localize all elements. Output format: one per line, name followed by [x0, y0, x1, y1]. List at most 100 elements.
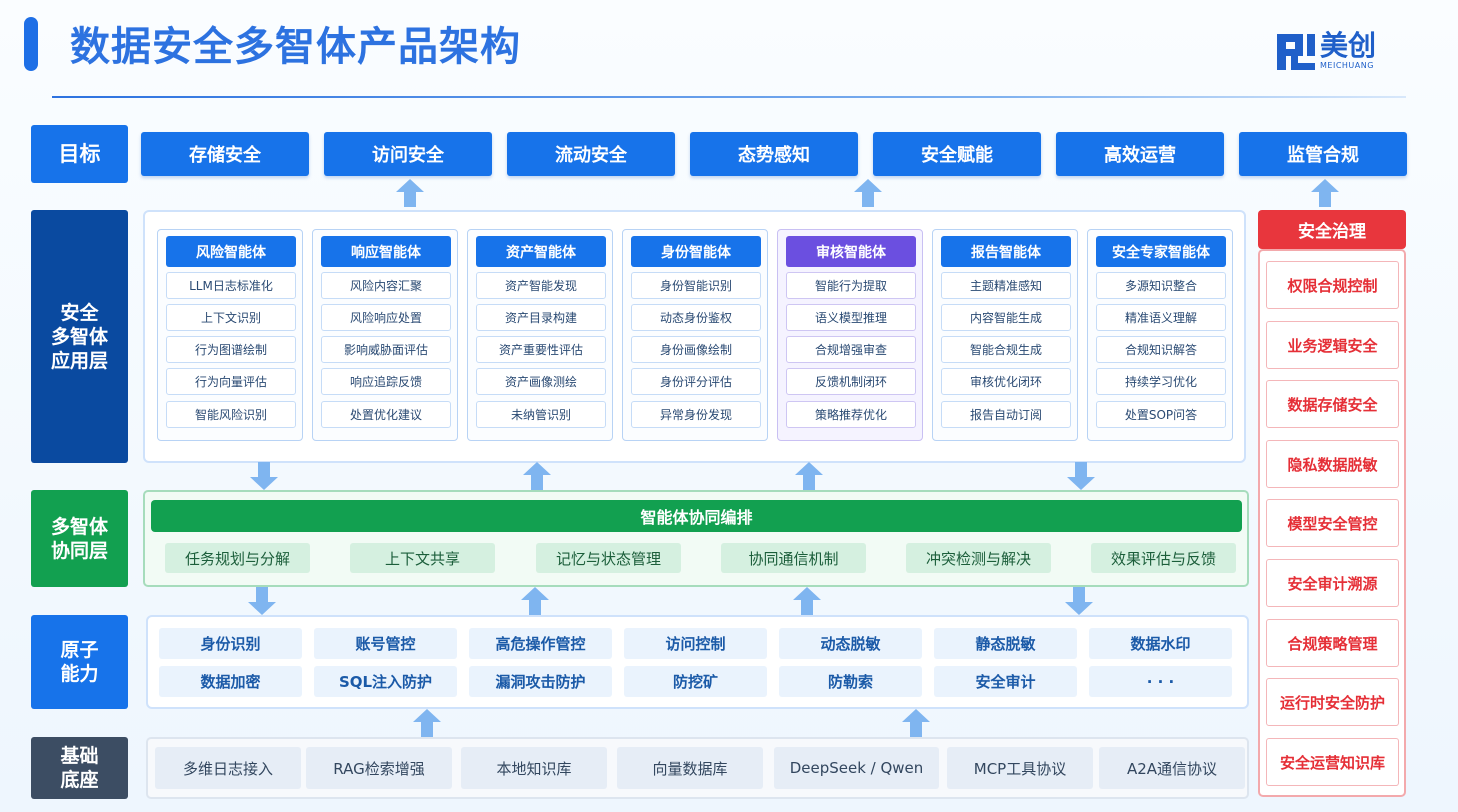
- governance-item: 安全运营知识库: [1266, 738, 1399, 786]
- agent-item: 主题精准感知: [941, 272, 1071, 299]
- agent-item: 审核优化闭环: [941, 368, 1071, 395]
- governance-item: 隐私数据脱敏: [1266, 440, 1399, 488]
- agent-item: 处置优化建议: [321, 401, 451, 428]
- agent-item: 持续学习优化: [1096, 368, 1226, 395]
- goal-item: 存储安全: [141, 132, 309, 176]
- goal-item: 高效运营: [1056, 132, 1224, 176]
- up-arrow-icon: [521, 587, 549, 615]
- governance-item: 安全审计溯源: [1266, 559, 1399, 607]
- atomic-item: 防挖矿: [624, 666, 767, 697]
- governance-title: 安全治理: [1258, 210, 1406, 249]
- goal-item: 访问安全: [324, 132, 492, 176]
- agent-item: 语义模型推理: [786, 304, 916, 331]
- atomic-item: 漏洞攻击防护: [469, 666, 612, 697]
- base-item: MCP工具协议: [947, 747, 1093, 789]
- governance-item: 数据存储安全: [1266, 380, 1399, 428]
- agent-title: 响应智能体: [321, 236, 451, 267]
- page-title: 数据安全多智体产品架构: [70, 24, 521, 70]
- governance-item: 运行时安全防护: [1266, 678, 1399, 726]
- agent-item: 上下文识别: [166, 304, 296, 331]
- base-item: A2A通信协议: [1099, 747, 1245, 789]
- agent-item: 未纳管识别: [476, 401, 606, 428]
- agent-item: 行为图谱绘制: [166, 336, 296, 363]
- base-item: 本地知识库: [461, 747, 607, 789]
- base-item: DeepSeek / Qwen: [774, 747, 939, 789]
- agent-title: 身份智能体: [631, 236, 761, 267]
- atomic-item: 账号管控: [314, 628, 457, 659]
- governance-item: 权限合规控制: [1266, 261, 1399, 309]
- agent-item: 处置SOP问答: [1096, 401, 1226, 428]
- up-arrow-icon: [396, 179, 424, 207]
- agent-item: 资产画像测绘: [476, 368, 606, 395]
- agent-item: 报告自动订阅: [941, 401, 1071, 428]
- coord-item: 冲突检测与解决: [906, 543, 1051, 573]
- agent-item: 身份评分评估: [631, 368, 761, 395]
- down-arrow-icon: [1065, 587, 1093, 615]
- title-divider: [52, 96, 1406, 98]
- atomic-item: 数据水印: [1089, 628, 1232, 659]
- down-arrow-icon: [250, 462, 278, 490]
- down-arrow-icon: [248, 587, 276, 615]
- title-accent-bar: [24, 17, 38, 71]
- agent-title: 安全专家智能体: [1096, 236, 1226, 267]
- agent-item: 资产重要性评估: [476, 336, 606, 363]
- coord-item: 协同通信机制: [721, 543, 866, 573]
- layer-label-app: 安全 多智体 应用层: [31, 210, 128, 463]
- agent-title: 审核智能体: [786, 236, 916, 267]
- base-item: RAG检索增强: [306, 747, 452, 789]
- up-arrow-icon: [854, 179, 882, 207]
- agent-card-response: 响应智能体 风险内容汇聚 风险响应处置 影响威胁面评估 响应追踪反馈 处置优化建…: [312, 229, 458, 441]
- agent-item: 精准语义理解: [1096, 304, 1226, 331]
- agent-card-identity: 身份智能体 身份智能识别 动态身份鉴权 身份画像绘制 身份评分评估 异常身份发现: [622, 229, 768, 441]
- up-arrow-icon: [793, 587, 821, 615]
- atomic-item: 访问控制: [624, 628, 767, 659]
- agent-item: 智能风险识别: [166, 401, 296, 428]
- up-arrow-icon: [523, 462, 551, 490]
- base-item: 向量数据库: [617, 747, 763, 789]
- agent-title: 报告智能体: [941, 236, 1071, 267]
- agent-title: 风险智能体: [166, 236, 296, 267]
- governance-item: 模型安全管控: [1266, 499, 1399, 547]
- agent-item: 异常身份发现: [631, 401, 761, 428]
- agent-card-expert: 安全专家智能体 多源知识整合 精准语义理解 合规知识解答 持续学习优化 处置SO…: [1087, 229, 1233, 441]
- logo-icon: [1277, 34, 1315, 70]
- atomic-item: 安全审计: [934, 666, 1077, 697]
- atomic-item-more: · · ·: [1089, 666, 1232, 697]
- agent-card-risk: 风险智能体 LLM日志标准化 上下文识别 行为图谱绘制 行为向量评估 智能风险识…: [157, 229, 303, 441]
- agent-item: 影响威胁面评估: [321, 336, 451, 363]
- agent-item: 身份画像绘制: [631, 336, 761, 363]
- atomic-item: 高危操作管控: [469, 628, 612, 659]
- agent-item: 身份智能识别: [631, 272, 761, 299]
- layer-label-coord: 多智体 协同层: [31, 490, 128, 587]
- governance-item: 业务逻辑安全: [1266, 321, 1399, 369]
- agent-item: 多源知识整合: [1096, 272, 1226, 299]
- agent-item: LLM日志标准化: [166, 272, 296, 299]
- atomic-item: 数据加密: [159, 666, 302, 697]
- agent-item: 风险内容汇聚: [321, 272, 451, 299]
- atomic-item: 动态脱敏: [779, 628, 922, 659]
- atomic-item: 防勒索: [779, 666, 922, 697]
- coord-item: 记忆与状态管理: [536, 543, 681, 573]
- up-arrow-icon: [902, 709, 930, 737]
- base-item: 多维日志接入: [155, 747, 301, 789]
- atomic-item: 身份识别: [159, 628, 302, 659]
- goal-item: 流动安全: [507, 132, 675, 176]
- agent-item: 反馈机制闭环: [786, 368, 916, 395]
- up-arrow-icon: [1311, 179, 1339, 207]
- coord-item: 上下文共享: [350, 543, 495, 573]
- agent-item: 智能合规生成: [941, 336, 1071, 363]
- layer-label-atomic: 原子 能力: [31, 615, 128, 709]
- layer-label-goal: 目标: [31, 125, 128, 183]
- agent-item: 内容智能生成: [941, 304, 1071, 331]
- goal-item: 安全赋能: [873, 132, 1041, 176]
- agent-card-audit: 审核智能体 智能行为提取 语义模型推理 合规增强审查 反馈机制闭环 策略推荐优化: [777, 229, 923, 441]
- atomic-item: 静态脱敏: [934, 628, 1077, 659]
- logo-name-en: MEICHUANG: [1320, 61, 1374, 70]
- logo-name-cn: 美创: [1320, 29, 1377, 62]
- agent-item: 资产目录构建: [476, 304, 606, 331]
- coord-item: 效果评估与反馈: [1091, 543, 1236, 573]
- agent-item: 资产智能发现: [476, 272, 606, 299]
- agent-item: 合规增强审查: [786, 336, 916, 363]
- agent-card-report: 报告智能体 主题精准感知 内容智能生成 智能合规生成 审核优化闭环 报告自动订阅: [932, 229, 1078, 441]
- agent-item: 风险响应处置: [321, 304, 451, 331]
